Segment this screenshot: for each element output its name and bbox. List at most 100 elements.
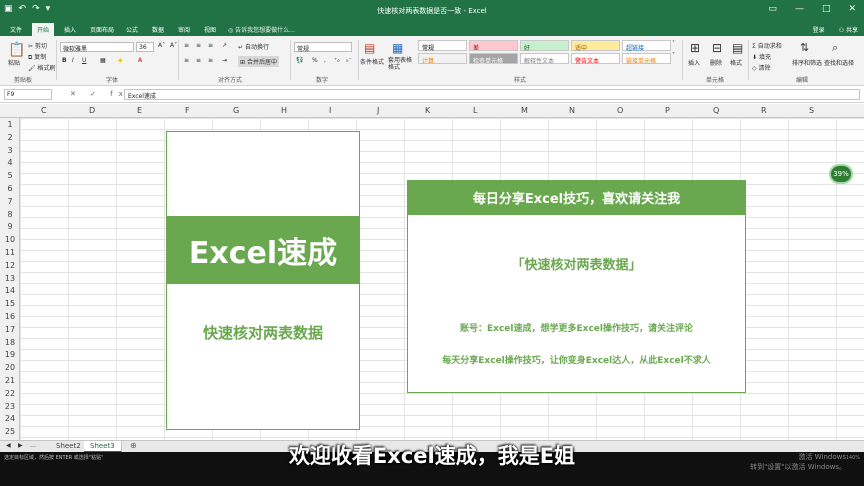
row-header-5[interactable]: 5 <box>0 171 20 180</box>
cell-style-9[interactable]: 链接单元格 <box>622 53 671 65</box>
tab-data[interactable]: 数据 <box>152 25 164 34</box>
paste-button[interactable]: 粘贴 <box>8 58 20 67</box>
row-header-16[interactable]: 16 <box>0 312 20 321</box>
sign-in-link[interactable]: 登录 <box>813 25 825 34</box>
gallery-scroll-up-icon[interactable]: ˄ <box>672 40 675 47</box>
font-color-icon[interactable]: A <box>138 57 142 64</box>
sort-filter-icon[interactable]: ⇅ <box>800 41 809 54</box>
shrink-font-icon[interactable]: A˅ <box>170 42 177 49</box>
delete-cells-icon[interactable]: ⊟ <box>712 41 722 55</box>
format-cells-icon[interactable]: ▤ <box>732 41 743 55</box>
row-header-4[interactable]: 4 <box>0 158 20 167</box>
row-header-14[interactable]: 14 <box>0 286 20 295</box>
insert-cells-button[interactable]: 插入 <box>688 58 700 67</box>
copy-button[interactable]: ⧉ 复制 <box>28 52 46 62</box>
row-header-13[interactable]: 13 <box>0 274 20 283</box>
row-header-19[interactable]: 19 <box>0 350 20 359</box>
align-center-icon[interactable]: ≡ <box>196 57 201 64</box>
row-header-9[interactable]: 9 <box>0 222 20 231</box>
align-top-icon[interactable]: ≡ <box>184 42 189 49</box>
tab-view[interactable]: 视图 <box>204 25 216 34</box>
tab-home[interactable]: 开始 <box>32 23 55 36</box>
row-header-6[interactable]: 6 <box>0 184 20 193</box>
row-header-22[interactable]: 22 <box>0 389 20 398</box>
row-header-10[interactable]: 10 <box>0 235 20 244</box>
underline-button[interactable]: U <box>82 57 86 64</box>
align-bottom-icon[interactable]: ≡ <box>208 42 213 49</box>
gallery-scroll-down-icon[interactable]: ˅ <box>672 52 675 59</box>
merge-center-button[interactable]: ⊞ 合并后居中 <box>238 56 279 67</box>
tab-file[interactable]: 文件 <box>10 25 22 34</box>
ribbon-display-button[interactable]: ▭ <box>768 4 777 14</box>
delete-cells-button[interactable]: 删除 <box>710 58 722 67</box>
zoom-badge[interactable]: 39% <box>829 164 853 184</box>
format-cells-button[interactable]: 格式 <box>730 58 742 67</box>
autosum-button[interactable]: Σ 自动求和 <box>752 41 782 50</box>
increase-decimal-icon[interactable]: ⁺₀ <box>334 57 340 64</box>
tab-page-layout[interactable]: 页面布局 <box>90 25 114 34</box>
align-middle-icon[interactable]: ≡ <box>196 42 201 49</box>
row-header-2[interactable]: 2 <box>0 133 20 142</box>
column-header-q[interactable]: Q <box>713 106 719 115</box>
cell-style-6[interactable]: 检查单元格 <box>469 53 518 65</box>
orientation-icon[interactable]: ↗ <box>222 42 227 49</box>
font-name-select[interactable]: 微软雅黑 <box>60 42 134 53</box>
border-icon[interactable]: ▦ <box>100 57 106 64</box>
format-as-table-button[interactable]: 套用表格格式 <box>388 57 414 71</box>
row-header-17[interactable]: 17 <box>0 325 20 334</box>
clear-button[interactable]: ◇ 清除 <box>752 63 771 72</box>
row-header-20[interactable]: 20 <box>0 363 20 372</box>
column-header-i[interactable]: I <box>329 106 331 115</box>
row-header-12[interactable]: 12 <box>0 261 20 270</box>
find-select-button[interactable]: 查找和选择 <box>824 58 854 67</box>
cell-style-1[interactable]: 差 <box>469 40 518 52</box>
tell-me-search[interactable]: ◎ 告诉我您想要做什么... <box>228 25 295 34</box>
column-header-k[interactable]: K <box>425 106 430 115</box>
row-header-3[interactable]: 3 <box>0 146 20 155</box>
decrease-decimal-icon[interactable]: ₀⁻ <box>346 57 352 64</box>
tab-review[interactable]: 审阅 <box>178 25 190 34</box>
conditional-format-icon[interactable]: ▤ <box>364 41 375 55</box>
row-header-21[interactable]: 21 <box>0 376 20 385</box>
column-header-g[interactable]: G <box>233 106 239 115</box>
column-header-m[interactable]: M <box>521 106 528 115</box>
format-as-table-icon[interactable]: ▦ <box>392 41 403 55</box>
align-left-icon[interactable]: ≡ <box>184 57 189 64</box>
wrap-text-button[interactable]: ↵ 自动换行 <box>238 42 269 51</box>
row-header-25[interactable]: 25 <box>0 427 20 436</box>
bold-button[interactable]: B <box>62 57 67 64</box>
fill-button[interactable]: ⬇ 填充 <box>752 52 771 61</box>
column-header-r[interactable]: R <box>761 106 767 115</box>
column-header-e[interactable]: E <box>137 106 142 115</box>
cell-style-5[interactable]: 计算 <box>418 53 467 65</box>
formula-input[interactable]: Excel速成 <box>124 89 860 100</box>
maximize-button[interactable]: □ <box>822 4 831 14</box>
row-header-11[interactable]: 11 <box>0 248 20 257</box>
column-header-c[interactable]: C <box>41 106 47 115</box>
excel-banner-cell[interactable]: Excel速成 <box>166 216 360 284</box>
font-size-select[interactable]: 36 <box>136 42 154 52</box>
column-header-o[interactable]: O <box>617 106 623 115</box>
sort-filter-button[interactable]: 排序和筛选 <box>792 58 822 67</box>
grow-font-icon[interactable]: A˄ <box>158 42 165 49</box>
row-header-7[interactable]: 7 <box>0 197 20 206</box>
cut-button[interactable]: ✂ 剪切 <box>28 41 47 50</box>
tab-formulas[interactable]: 公式 <box>126 25 138 34</box>
cell-style-8[interactable]: 警告文本 <box>571 53 620 65</box>
cell-style-4[interactable]: 超链接 <box>622 40 671 52</box>
row-header-24[interactable]: 24 <box>0 414 20 423</box>
number-format-select[interactable]: 常规 <box>294 42 352 53</box>
row-header-18[interactable]: 18 <box>0 338 20 347</box>
cell-style-7[interactable]: 解释性文本 <box>520 53 569 65</box>
column-header-d[interactable]: D <box>89 106 95 115</box>
column-header-s[interactable]: S <box>809 106 814 115</box>
fill-color-icon[interactable]: ◈ <box>118 57 123 64</box>
column-header-n[interactable]: N <box>569 106 575 115</box>
close-button[interactable]: ✕ <box>848 4 856 14</box>
currency-icon[interactable]: 💱 <box>296 57 303 64</box>
row-header-15[interactable]: 15 <box>0 299 20 308</box>
format-painter-button[interactable]: 🖌 格式刷 <box>28 63 56 72</box>
align-right-icon[interactable]: ≡ <box>208 57 213 64</box>
tab-insert[interactable]: 插入 <box>64 25 76 34</box>
column-header-f[interactable]: F <box>185 106 190 115</box>
